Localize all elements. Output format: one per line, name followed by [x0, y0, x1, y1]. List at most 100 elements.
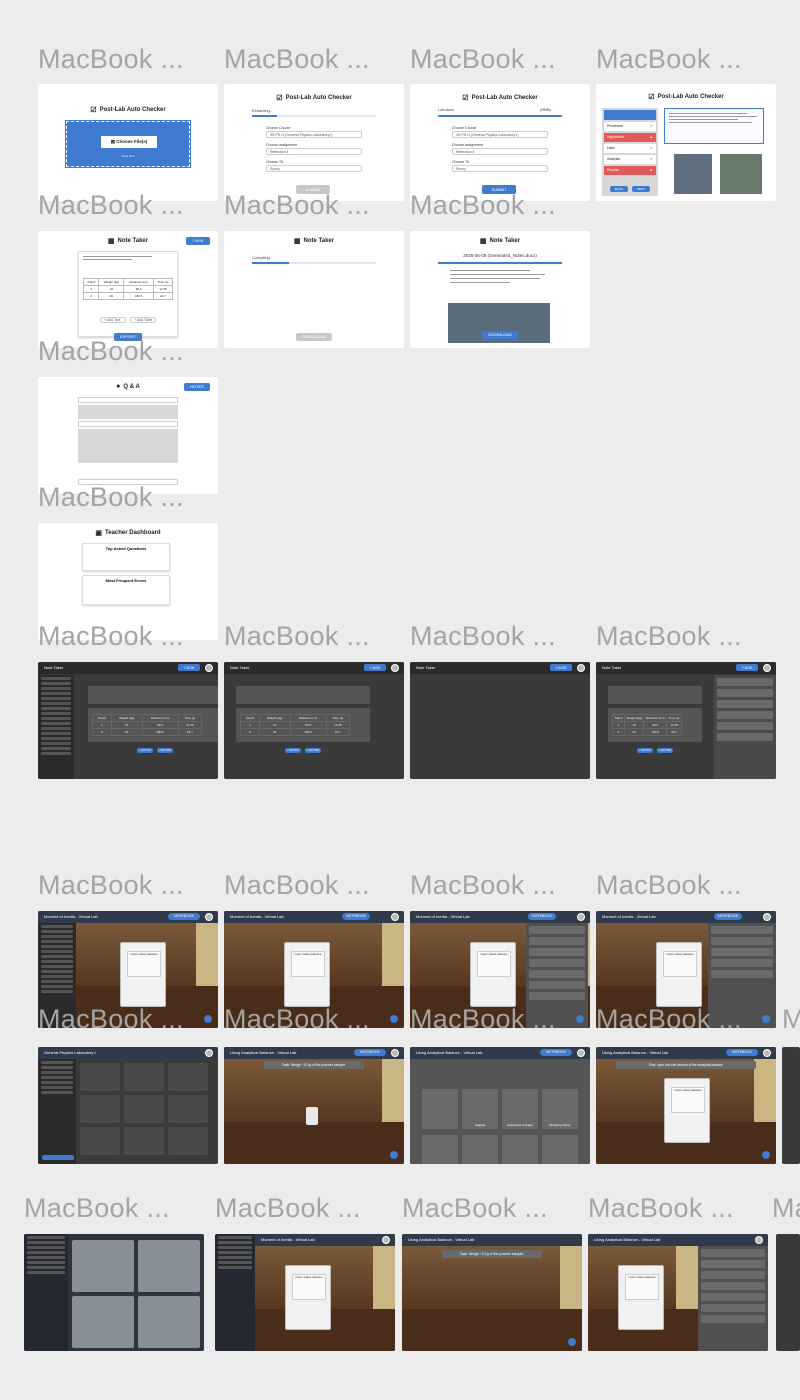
frame-balance-notes[interactable]: Using Analytical Balance - Virtual Lab Op…	[588, 1234, 768, 1351]
table-cell[interactable]: 2	[612, 728, 625, 736]
sidebar-item[interactable]	[41, 1091, 73, 1094]
avatar[interactable]	[382, 1236, 390, 1244]
table-block[interactable]: Trial # Weight (kg) Distance (cm) Time (s) 1…	[88, 708, 218, 742]
sidebar-item[interactable]	[27, 1251, 65, 1254]
add-table-button[interactable]: + Add Table	[130, 317, 156, 323]
assignment-select[interactable]: Reflection 4	[266, 148, 362, 155]
sidebar-item[interactable]	[41, 697, 71, 700]
sidebar-item[interactable]	[41, 707, 71, 710]
experiment-card[interactable]	[72, 1240, 134, 1292]
table-cell[interactable]: 22.7	[152, 292, 174, 300]
analytical-balance[interactable]: Open Glass balance	[618, 1264, 664, 1330]
balance-window[interactable]: Open Glass balance	[292, 1273, 326, 1301]
sidebar-item[interactable]	[41, 737, 71, 740]
ask-button[interactable]: ? ASK	[186, 237, 210, 245]
back-button[interactable]: BACK	[610, 186, 628, 192]
avatar[interactable]	[391, 1049, 399, 1057]
table-row[interactable]: 2 20 180.5 22.7	[240, 728, 351, 736]
frame-virtual-lab-sidebar[interactable]: Moment of Inertia - Virtual Lab Open Glas…	[215, 1234, 395, 1351]
frame-balance-open[interactable]: Using Analytical Balance - Virtual Lab NO…	[596, 1047, 776, 1164]
table-cell[interactable]: 12.35	[666, 721, 682, 729]
chat-fab-icon[interactable]	[390, 1015, 398, 1023]
table-cell[interactable]: 20	[258, 728, 291, 736]
experiment-card[interactable]	[80, 1127, 120, 1155]
course-select[interactable]: 4S-PH-H (General Physics Laboratory I)	[452, 131, 548, 138]
experiment-card[interactable]	[124, 1095, 164, 1123]
table-cell[interactable]: 10	[623, 721, 645, 729]
table-cell[interactable]: 20	[623, 728, 645, 736]
frame-qa[interactable]: ● Q & A NOTES	[38, 377, 218, 494]
table-cell[interactable]: 12.35	[177, 721, 203, 729]
table-cell[interactable]: 90.3	[643, 721, 668, 729]
balance-window[interactable]: Open Glass balance	[127, 950, 161, 978]
table-cell[interactable]: 2	[240, 728, 260, 736]
balance-window[interactable]: Open Glass balance	[291, 950, 325, 978]
sidebar-item[interactable]	[41, 940, 73, 943]
course-select[interactable]: 4S-PH-H (General Physics Laboratory I)	[266, 131, 362, 138]
analytical-balance[interactable]: Open Glass balance	[285, 1264, 331, 1330]
avatar[interactable]	[763, 1049, 771, 1057]
avatar[interactable]	[205, 913, 213, 921]
ask-button[interactable]: ? ASK	[364, 664, 386, 671]
sidebar-item[interactable]	[41, 742, 71, 745]
sidebar-item[interactable]	[41, 1061, 73, 1064]
frame-autochecker-ready[interactable]: ☑ Post-Lab Auto Checker Lab.docx (5MB) Ch…	[410, 84, 590, 201]
text-block[interactable]	[608, 686, 702, 704]
sidebar-item[interactable]	[41, 1081, 73, 1084]
sidebar-item[interactable]	[41, 1086, 73, 1089]
next-button[interactable]: NEXT	[632, 186, 650, 192]
sidebar-item[interactable]	[27, 1246, 65, 1249]
table-cell[interactable]: 1	[92, 721, 112, 729]
table-cell[interactable]: 1	[612, 721, 625, 729]
sidebar-item[interactable]	[41, 990, 73, 993]
avatar[interactable]	[577, 664, 585, 672]
sidebar-item[interactable]	[41, 712, 71, 715]
table-cell[interactable]: 20	[98, 292, 125, 300]
tool-card[interactable]	[462, 1135, 498, 1164]
download-button[interactable]: DOWNLOAD	[296, 333, 332, 341]
avatar[interactable]	[205, 664, 213, 672]
chat-fab-icon[interactable]	[576, 1015, 584, 1023]
frame-notetaker-dark[interactable]: Note Taker ? ASK Trial # Weight (kg) Distanc…	[596, 662, 776, 779]
sidebar-item[interactable]	[41, 1066, 73, 1069]
lab-scene[interactable]: Open Glass balance	[588, 1246, 698, 1351]
table-row[interactable]: 1 10 90.3 12.35	[82, 285, 174, 293]
table-cell[interactable]: 90.3	[141, 721, 179, 729]
experiment-card[interactable]	[138, 1296, 200, 1348]
balance-window[interactable]: Open Glass balance	[671, 1086, 705, 1114]
ta-select[interactable]: Sunny	[452, 165, 548, 172]
ask-button[interactable]: ? ASK	[178, 664, 200, 671]
table-row[interactable]: 1 10 90.3 12.35	[92, 721, 203, 729]
frame-tool-picker[interactable]: Using Analytical Balance - Virtual Lab NO…	[410, 1047, 590, 1164]
sidebar-item[interactable]	[41, 727, 71, 730]
notes-button[interactable]: NOTES	[184, 383, 210, 391]
step-item[interactable]: Analysis ✓	[604, 155, 656, 164]
sidebar-item[interactable]	[41, 925, 73, 928]
avatar[interactable]	[763, 913, 771, 921]
notebook-button[interactable]: NOTEBOOK	[714, 913, 742, 920]
experiment-card[interactable]	[124, 1063, 164, 1091]
notebook-button[interactable]: NOTEBOOK	[354, 1049, 386, 1056]
frame-balance-task[interactable]: Using Analytical Balance - Virtual Lab NO…	[224, 1047, 404, 1164]
add-table-button[interactable]: + Add Table	[657, 748, 673, 753]
sidebar-item[interactable]	[27, 1271, 65, 1274]
sidebar-item[interactable]	[41, 960, 73, 963]
add-text-button[interactable]: + Add Text	[285, 748, 301, 753]
table-cell[interactable]: 90.3	[123, 285, 154, 293]
chat-fab-icon[interactable]	[762, 1015, 770, 1023]
frame-notetaker-dark[interactable]: Note Taker ? ASK	[410, 662, 590, 779]
sidebar-item[interactable]	[27, 1241, 65, 1244]
sidebar-item[interactable]	[218, 1241, 252, 1244]
table-block[interactable]: Trial # Weight (kg) Distance (cm) Time (s) 1…	[236, 708, 370, 742]
sidebar-item[interactable]	[41, 692, 71, 695]
table-cell[interactable]: 10	[110, 721, 143, 729]
avatar[interactable]	[577, 1049, 585, 1057]
frame-balance-task[interactable]: Using Analytical Balance - Virtual Lab Ta…	[402, 1234, 582, 1351]
frame-experiments-grid[interactable]	[24, 1234, 204, 1351]
sidebar-item[interactable]	[27, 1266, 65, 1269]
lab-scene[interactable]	[402, 1246, 582, 1351]
sidebar-item[interactable]	[41, 732, 71, 735]
step-item[interactable]: Procedure ✓	[604, 122, 656, 131]
sidebar-item[interactable]	[41, 1071, 73, 1074]
table-cell[interactable]: 12.35	[152, 285, 174, 293]
